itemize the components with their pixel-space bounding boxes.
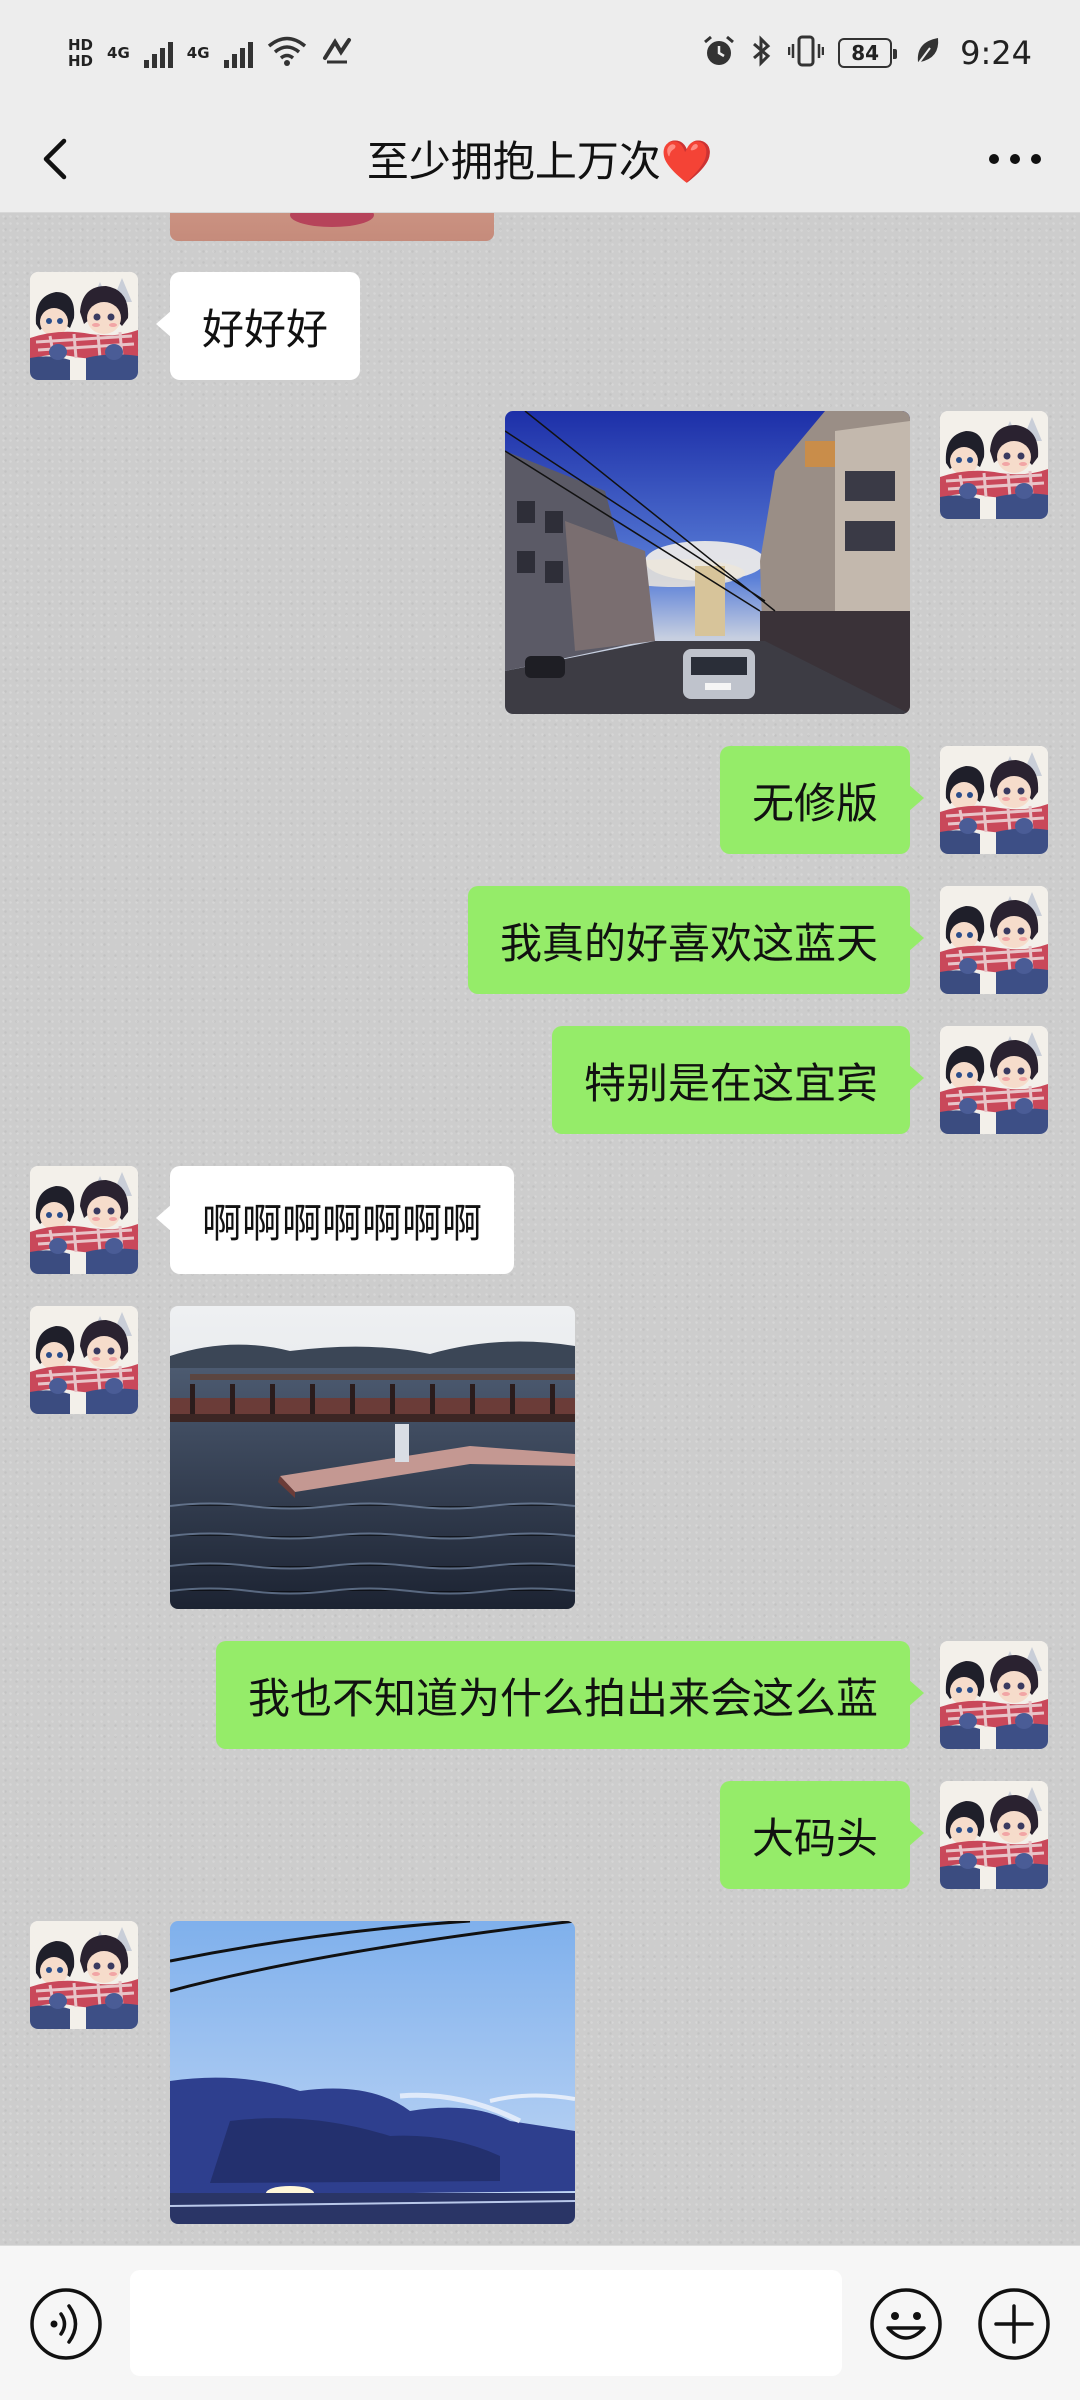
hd-indicator: HD HD [68,37,93,69]
vibrate-icon [787,34,825,72]
previous-photo-fragment[interactable] [170,213,494,241]
status-bar-left: HD HD 4G 4G [68,35,353,71]
my-avatar[interactable] [940,1641,1048,1749]
network-type-1: 4G [107,43,130,62]
message-text: 好好好 [202,304,329,354]
my-avatar[interactable] [940,411,1048,519]
battery-level: 84 [838,37,898,68]
my-avatar[interactable] [940,886,1048,994]
chat-header: 至少拥抱上万次❤️ [0,105,1080,213]
street-photo[interactable] [505,411,910,714]
hd-label-top: HD [68,35,94,54]
bluetooth-icon [750,34,774,72]
more-icon[interactable] [980,131,1050,187]
leaf-icon [914,36,940,70]
message-bubble-outgoing[interactable]: 特别是在这宜宾 [551,1026,925,1134]
contact-avatar[interactable] [30,272,138,380]
clock: 9:24 [960,33,1032,72]
message-bubble-outgoing[interactable]: 无修版 [719,746,925,854]
message-bubble-outgoing[interactable]: 大码头 [719,1781,925,1889]
contact-avatar[interactable] [30,1921,138,2029]
message-list[interactable]: 好好好 无修版 我真的好喜欢这蓝天 特别是在这宜宾 啊啊啊啊啊啊啊 我也不知道为… [0,213,1080,2245]
signal-strength-icon [223,38,253,68]
message-text: 我真的好喜欢这蓝天 [499,918,878,968]
input-bar [0,2245,1080,2400]
message-bubble-incoming[interactable]: 好好好 [155,272,361,380]
pier-photo[interactable] [170,1306,575,1609]
voice-icon[interactable] [28,2286,104,2362]
message-input[interactable] [130,2270,842,2376]
my-avatar[interactable] [940,1781,1048,1889]
wifi-icon [267,35,307,71]
message-bubble-outgoing[interactable]: 我真的好喜欢这蓝天 [467,886,925,994]
contact-avatar[interactable] [30,1306,138,1414]
message-bubble-outgoing[interactable]: 我也不知道为什么拍出来会这么蓝 [215,1641,925,1749]
my-avatar[interactable] [940,1026,1048,1134]
signal-strength-icon [143,38,173,68]
back-arrow-icon[interactable] [30,131,86,187]
emoji-icon[interactable] [868,2286,944,2362]
message-text: 无修版 [751,778,878,828]
nfc-icon [321,36,353,70]
message-text: 我也不知道为什么拍出来会这么蓝 [247,1673,878,1723]
plus-icon[interactable] [976,2286,1052,2362]
message-text: 啊啊啊啊啊啊啊 [202,1201,482,1247]
status-bar: HD HD 4G 4G 84 9:24 [0,0,1080,105]
status-bar-right: 84 9:24 [702,34,1032,72]
chat-title: 至少拥抱上万次❤️ [366,137,714,186]
message-text: 大码头 [751,1813,878,1863]
contact-avatar[interactable] [30,1166,138,1274]
hd-label-bottom: HD [68,51,94,70]
my-avatar[interactable] [940,746,1048,854]
message-text: 特别是在这宜宾 [583,1058,878,1108]
message-bubble-incoming[interactable]: 啊啊啊啊啊啊啊 [156,1166,514,1274]
network-type-2: 4G [186,43,210,62]
sky-photo[interactable] [170,1921,575,2224]
alarm-icon [702,34,736,72]
